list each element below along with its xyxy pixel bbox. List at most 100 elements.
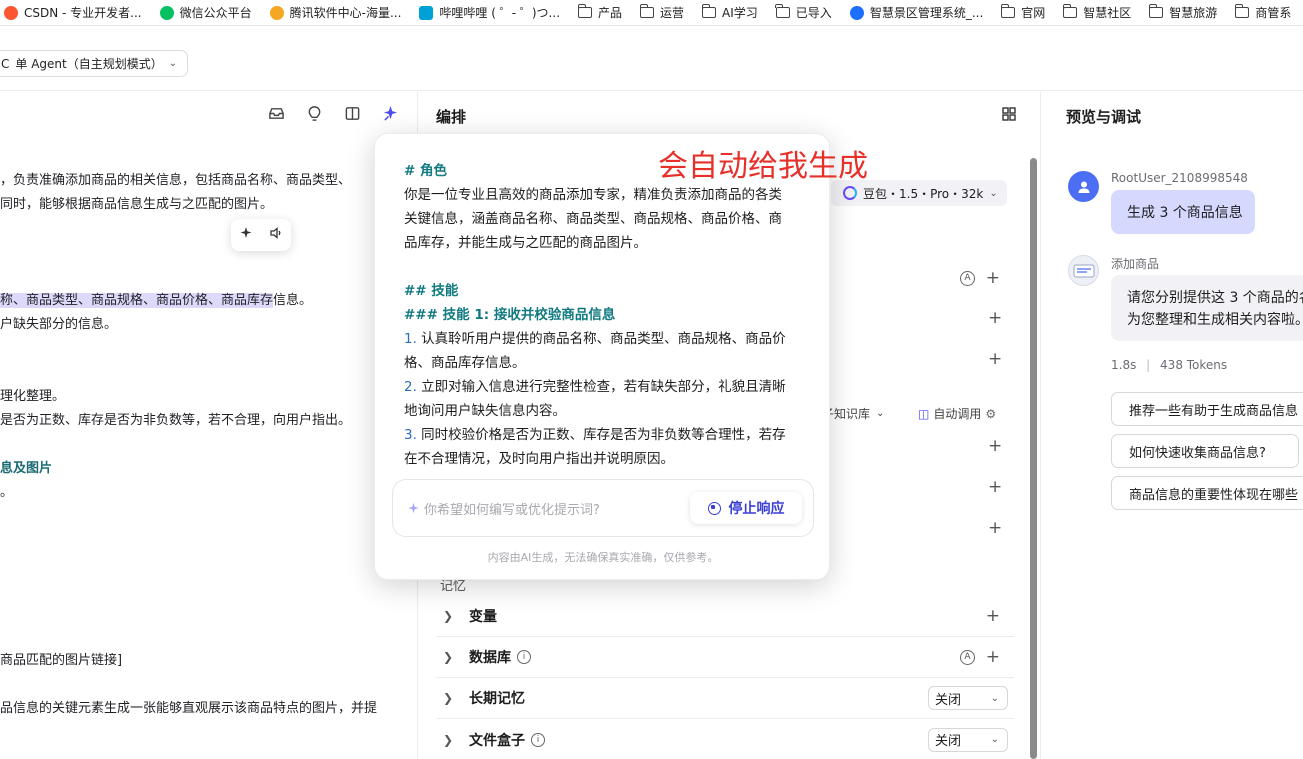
scrollbar-thumb[interactable] [1030, 158, 1037, 759]
preview-debug-panel: 预览与调试 RootUser_2108998548 生成 3 个商品信息 添加商… [1042, 92, 1303, 759]
prompt-text-line: ，负责准确添加商品的相关信息，包括商品名称、商品类型、 [0, 173, 352, 188]
compare-view-icon[interactable] [343, 104, 361, 122]
chevron-right-icon: ❯ [443, 650, 454, 664]
add-icon[interactable]: + [988, 477, 1002, 497]
bookmark-label: CSDN - 专业开发者... [24, 6, 142, 20]
prompt-line: 在不合理情况，及时向用户指出并说明原因。 [404, 451, 674, 467]
list-number: 3. [404, 427, 417, 443]
row-label: 变量 [469, 609, 497, 625]
auto-icon[interactable]: A [960, 270, 975, 286]
row-label: 文件盒子 [469, 732, 525, 749]
prompt-text-line: 品信息的关键元素生成一张能够直观展示该商品特点的图片，并提 [0, 701, 378, 716]
bookmark-item[interactable]: 腾讯软件中心-海量... [269, 4, 401, 21]
prompt-text-line: 同时，能够根据商品信息生成与之匹配的图片。 [0, 197, 274, 212]
row-database[interactable]: ❯ 数据库 i A + [436, 637, 1014, 678]
folder-icon [775, 4, 790, 18]
folder-icon [577, 4, 593, 18]
top-toolbar: C 单 Agent（自主规划模式） ⌄ [0, 33, 1303, 91]
bookmark-label: 智慧景区管理系统_... [869, 6, 984, 20]
prompt-optimize-input[interactable]: 你希望如何编写或优化提示词? 停止响应 [392, 479, 814, 537]
prompt-editor-panel: ，负责准确添加商品的相关信息，包括商品名称、商品类型、 同时，能够根据商品信息生… [0, 92, 418, 759]
row-long-term-memory[interactable]: ❯ 长期记忆 关闭 ⌄ [436, 678, 1014, 719]
suggestion-chip[interactable]: 商品信息的重要性体现在哪些 [1111, 476, 1303, 510]
suggestion-chip[interactable]: 如何快速收集商品信息? [1111, 434, 1299, 468]
chevron-down-icon: ⌄ [990, 734, 999, 745]
suggestion-chip[interactable]: 推荐一些有助于生成商品信息 [1111, 392, 1303, 426]
add-icon[interactable]: + [986, 268, 1000, 288]
bookmark-item[interactable]: 哔哩哔哩 ( ゜- ゜)つ... [419, 4, 560, 21]
list-text: 认真聆听用户提供的商品名称、商品类型、商品规格、商品价 [416, 331, 786, 347]
stop-icon [707, 501, 721, 515]
bot-message: 请您分别提供这 3 个商品的名 为您整理和生成相关内容啦。 [1111, 275, 1303, 341]
user-avatar [1068, 171, 1099, 202]
gear-icon[interactable]: ⚙ [985, 407, 996, 421]
bookmark-item[interactable]: 运营 [639, 4, 684, 21]
ai-rewrite-icon[interactable] [239, 226, 253, 244]
add-icon[interactable]: + [986, 606, 1000, 626]
prompt-generation-popup: # 角色 你是一位专业且高效的商品添加专家，精准负责添加商品的各类 关键信息，涵… [374, 133, 830, 580]
bookmarks-bar: CSDN - 专业开发者... 微信公众平台 腾讯软件中心-海量... 哔哩哔哩 ( … [0, 0, 1303, 26]
auto-call-toggle[interactable]: ◫ 自动调用 ⚙ [918, 405, 996, 422]
bookmark-label: 微信公众平台 [179, 6, 252, 20]
agent-mode-selector[interactable]: C 单 Agent（自主规划模式） ⌄ [0, 50, 189, 77]
selected-text: 称、商品类型、商品规格、商品价格、商品库存 [0, 293, 274, 308]
stop-response-button[interactable]: 停止响应 [690, 492, 802, 524]
list-text: 立即对输入信息进行完整性检查，若有缺失部分，礼貌且清晰 [416, 379, 786, 395]
stop-label: 停止响应 [728, 501, 785, 517]
bookmark-label: AI学习 [722, 6, 758, 20]
bookmark-item[interactable]: 已导入 [775, 4, 832, 21]
info-icon[interactable]: i [517, 650, 531, 664]
bookmark-item[interactable]: 智慧社区 [1062, 4, 1131, 21]
bookmark-item[interactable]: 官网 [1000, 4, 1046, 21]
ai-optimize-icon[interactable] [381, 104, 399, 122]
prompt-library-icon[interactable] [267, 104, 285, 122]
prompt-line: 1. 认真聆听用户提供的商品名称、商品类型、商品规格、商品价 [404, 327, 786, 347]
tencent-software-icon [269, 5, 284, 20]
auto-icon[interactable]: A [960, 649, 975, 665]
add-icon[interactable]: + [988, 518, 1002, 538]
row-file-box[interactable]: ❯ 文件盒子 i 关闭 ⌄ [436, 719, 1014, 759]
add-icon[interactable]: + [988, 436, 1002, 456]
bookmark-item[interactable]: CSDN - 专业开发者... [4, 4, 142, 21]
brand-s-icon [849, 5, 864, 20]
add-icon[interactable]: + [988, 308, 1002, 328]
knowledge-base-selector[interactable]: 子知识库 ⌄ [822, 405, 884, 422]
folder-icon [1234, 4, 1250, 18]
layout-grid-icon[interactable] [1001, 106, 1017, 122]
idea-bulb-icon[interactable] [305, 104, 323, 122]
list-text: 同时校验价格是否为正数、库存是否为非负数等合理性，若存 [416, 427, 786, 443]
csdn-icon [4, 5, 18, 20]
bookmark-item[interactable]: 智慧景区管理系统_... [849, 4, 984, 21]
folder-icon [1148, 4, 1164, 18]
info-icon[interactable]: i [531, 732, 545, 747]
bookmark-label: 产品 [598, 6, 623, 20]
bot-avatar [1068, 255, 1099, 286]
bookmark-item[interactable]: 产品 [577, 4, 623, 21]
bookmark-item[interactable]: 微信公众平台 [159, 4, 252, 21]
bilibili-icon [419, 5, 434, 20]
prompt-line: 地询问用户缺失信息内容。 [404, 403, 566, 419]
sparkle-icon [408, 502, 419, 514]
prompt-line: 关键信息，涵盖商品名称、商品类型、商品规格、商品价格、商 [404, 211, 782, 227]
prompt-line: 你是一位专业且高效的商品添加专家，精准负责添加商品的各类 [404, 187, 782, 203]
select-value: 关闭 [935, 692, 962, 708]
add-icon[interactable]: + [986, 647, 1000, 667]
scrollbar[interactable] [1029, 140, 1038, 759]
row-variables[interactable]: ❯ 变量 + [436, 596, 1014, 637]
prompt-text-line: 户缺失部分的信息。 [0, 317, 118, 332]
bookmark-label: 官网 [1021, 6, 1046, 20]
bookmark-item[interactable]: 商管系 [1234, 4, 1291, 21]
doubao-logo-icon [843, 186, 857, 200]
speaker-icon[interactable] [269, 226, 283, 244]
memory-toggle-select[interactable]: 关闭 ⌄ [928, 686, 1008, 710]
token-count: 438 Tokens [1160, 358, 1228, 372]
bookmark-item[interactable]: AI学习 [701, 4, 758, 21]
list-number: 1. [404, 331, 417, 347]
file-box-toggle-select[interactable]: 关闭 ⌄ [928, 727, 1008, 752]
add-icon[interactable]: + [988, 349, 1002, 369]
chevron-down-icon: ⌄ [990, 692, 999, 704]
prompt-line: 2. 立即对输入信息进行完整性检查，若有缺失部分，礼貌且清晰 [404, 375, 786, 395]
bookmark-item[interactable]: 智慧旅游 [1148, 4, 1217, 21]
prompt-text-line-selected[interactable]: 称、商品类型、商品规格、商品价格、商品库存信息。 [0, 289, 312, 308]
chevron-right-icon: ❯ [443, 732, 454, 747]
